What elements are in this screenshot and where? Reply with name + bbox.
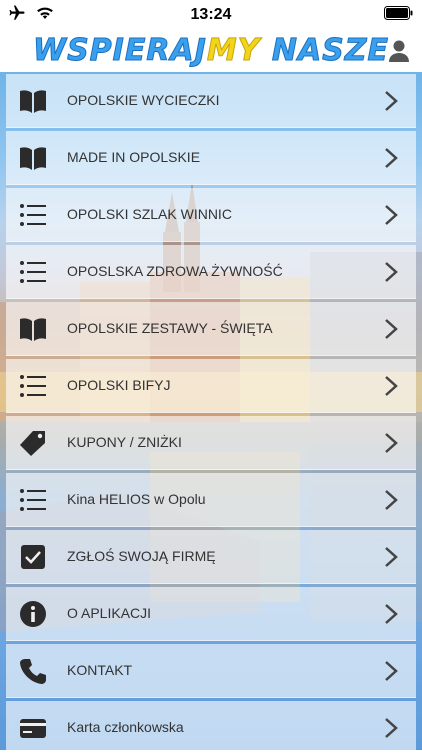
menu-item-zglos-firme[interactable]: ZGŁOŚ SWOJĄ FIRMĘ: [6, 530, 416, 584]
title-part-2: MY: [206, 33, 261, 69]
menu-item-label: Kina HELIOS w Opolu: [67, 491, 206, 507]
menu-item-szlak-winnic[interactable]: OPOLSKI SZLAK WINNIC: [6, 188, 416, 242]
menu-item-label: O APLIKACJI: [67, 605, 152, 621]
list-icon: [20, 204, 46, 226]
menu-item-made-in-opolskie[interactable]: MADE IN OPOLSKIE: [6, 131, 416, 185]
chevron-right-icon: [385, 376, 398, 396]
tag-icon: [20, 431, 45, 456]
menu-item-label: Karta członkowska: [67, 719, 184, 735]
user-icon: [389, 40, 409, 62]
menu-item-label: MADE IN OPOLSKIE: [67, 149, 201, 165]
menu-item-karta-czlonkowska[interactable]: Karta członkowska: [6, 701, 416, 755]
menu-item-opolskie-wycieczki[interactable]: OPOLSKIE WYCIECZKI: [6, 74, 416, 128]
menu-item-kontakt[interactable]: KONTAKT: [6, 644, 416, 698]
chevron-right-icon: [385, 91, 398, 111]
menu-item-label: OPOLSKI BIFYJ: [67, 377, 171, 393]
menu-item-kupony[interactable]: KUPONY / ZNIŻKI: [6, 416, 416, 470]
list-icon: [20, 375, 46, 397]
chevron-right-icon: [385, 718, 398, 738]
chevron-right-icon: [385, 205, 398, 225]
title-part-3: NASZE: [260, 33, 390, 69]
chevron-right-icon: [385, 547, 398, 567]
battery-icon: [384, 6, 414, 25]
book-icon: [20, 147, 46, 170]
list-icon: [20, 261, 46, 283]
menu-item-kina-helios[interactable]: Kina HELIOS w Opolu: [6, 473, 416, 527]
status-time: 13:24: [190, 6, 232, 23]
app-header: WSPIERAJMY NASZE: [0, 30, 422, 72]
chevron-right-icon: [385, 319, 398, 339]
menu-item-label: KUPONY / ZNIŻKI: [67, 434, 182, 450]
menu-item-label: KONTAKT: [67, 662, 133, 678]
status-bar: 13:24: [0, 0, 422, 30]
user-profile-button[interactable]: [386, 38, 412, 64]
app-title: WSPIERAJMY NASZE: [0, 30, 422, 72]
chevron-right-icon: [385, 661, 398, 681]
list-icon: [20, 489, 46, 511]
chevron-right-icon: [385, 262, 398, 282]
phone-icon: [20, 659, 46, 684]
chevron-right-icon: [385, 433, 398, 453]
info-icon: [20, 601, 46, 627]
card-icon: [20, 719, 46, 738]
chevron-right-icon: [385, 490, 398, 510]
menu-item-label: OPOLSKI SZLAK WINNIC: [67, 206, 232, 222]
menu-item-zdrowa-zywnosc[interactable]: OPOSLSKA ZDROWA ŻYWNOŚĆ: [6, 245, 416, 299]
chevron-right-icon: [385, 148, 398, 168]
menu-item-zestawy-swieta[interactable]: OPOLSKIE ZESTAWY - ŚWIĘTA: [6, 302, 416, 356]
menu-item-label: OPOLSKIE WYCIECZKI: [67, 92, 220, 108]
book-icon: [20, 318, 46, 341]
menu-item-label: OPOLSKIE ZESTAWY - ŚWIĘTA: [67, 320, 273, 336]
menu-item-label: OPOSLSKA ZDROWA ŻYWNOŚĆ: [67, 263, 283, 279]
book-icon: [20, 90, 46, 113]
chevron-right-icon: [385, 604, 398, 624]
menu-item-o-aplikacji[interactable]: O APLIKACJI: [6, 587, 416, 641]
menu-item-label: ZGŁOŚ SWOJĄ FIRMĘ: [67, 548, 216, 564]
title-part-1: WSPIERAJ: [32, 33, 207, 69]
menu-item-bifyj[interactable]: OPOLSKI BIFYJ: [6, 359, 416, 413]
checkbox-icon: [21, 545, 45, 569]
